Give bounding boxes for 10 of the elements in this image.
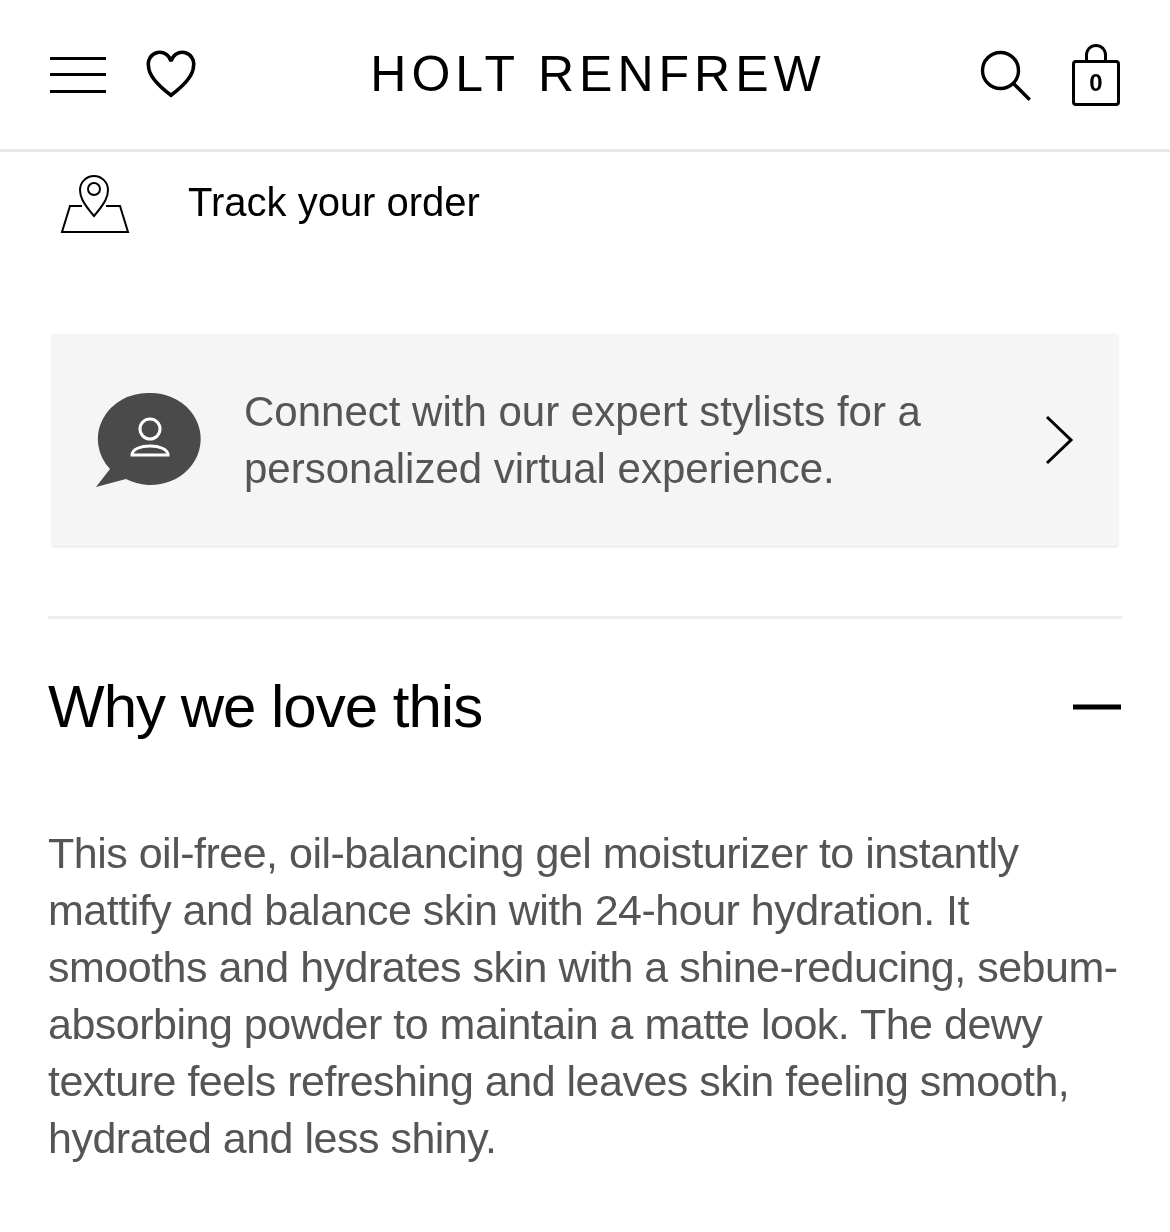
brand-logo[interactable]: HOLT RENFREW — [370, 37, 826, 112]
stylist-banner[interactable]: Connect with our expert stylists for a personalized virtual experience. — [52, 334, 1118, 546]
section-description: This oil-free, oil-balancing gel moisturizer to instantly mattify and balance skin with 24-hour hydration. It smooths and hydrates skin with a shine-reducing, sebum-absorbing powder to maintain a matte look. The dewy texture feels refreshing and leaves skin feeling smooth, hydrated and less shiny. — [48, 828, 1119, 1164]
track-order-link[interactable]: Track your order — [188, 172, 480, 232]
heart-icon[interactable] — [144, 49, 198, 100]
chat-bubble-icon — [96, 391, 202, 489]
section-title[interactable]: Why we love this — [48, 662, 483, 752]
chevron-right-icon — [1044, 414, 1074, 466]
menu-icon[interactable] — [50, 56, 106, 93]
stylist-text: Connect with our expert stylists for a personalized virtual experience. — [244, 387, 922, 494]
